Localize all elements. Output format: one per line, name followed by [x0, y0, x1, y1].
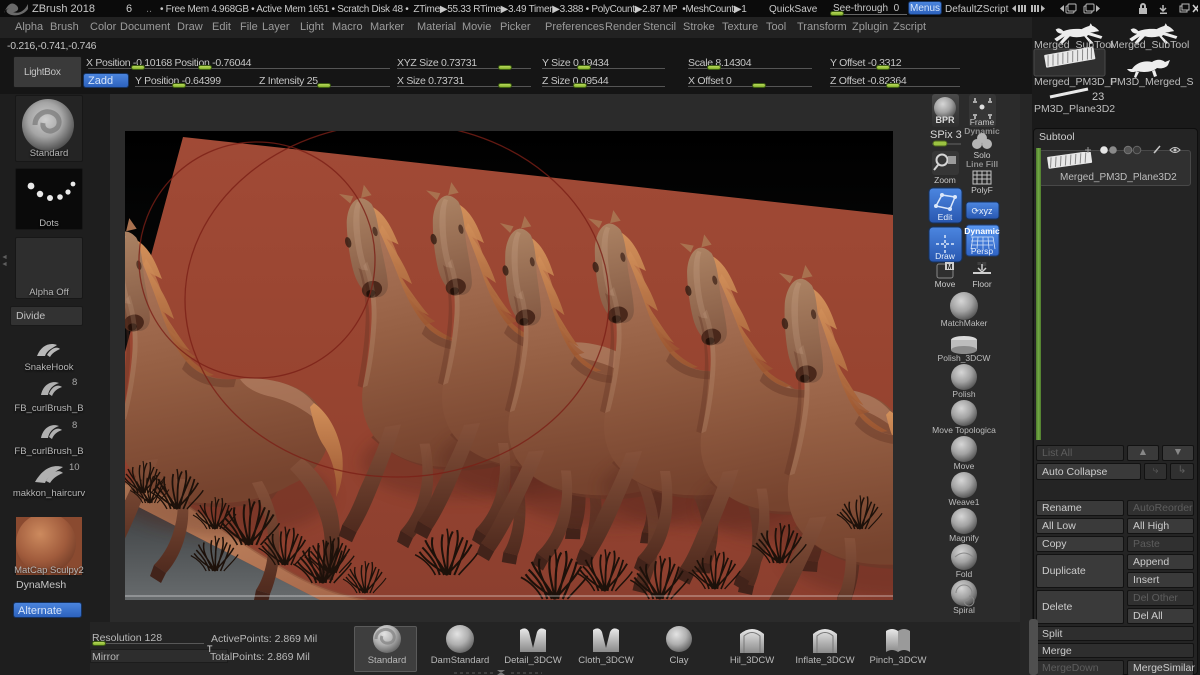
svg-text:Edit: Edit — [938, 212, 953, 222]
svg-text:Draw: Draw — [935, 251, 956, 261]
svg-text:MatchMaker: MatchMaker — [941, 318, 988, 328]
svg-text:BPR: BPR — [935, 115, 955, 125]
svg-text:23: 23 — [1092, 91, 1104, 103]
svg-text:Zoom: Zoom — [934, 175, 956, 185]
svg-text:SPix 3: SPix 3 — [930, 129, 962, 141]
svg-text:Spiral: Spiral — [953, 605, 975, 615]
svg-text:Polish_3DCW: Polish_3DCW — [938, 353, 991, 363]
svg-text:Dynamic: Dynamic — [964, 226, 1000, 236]
svg-text:Fold: Fold — [956, 569, 973, 579]
svg-text:Magnify: Magnify — [949, 533, 980, 543]
svg-text:Line Fill: Line Fill — [966, 159, 998, 169]
svg-text:Polish: Polish — [952, 389, 975, 399]
svg-text:Move: Move — [954, 461, 975, 471]
svg-text:Move: Move — [935, 279, 956, 289]
svg-text:⟳xyz: ⟳xyz — [971, 206, 993, 216]
svg-text:Persp: Persp — [971, 246, 993, 256]
svg-text:Move Topologica: Move Topologica — [932, 425, 996, 435]
svg-text:Floor: Floor — [972, 279, 992, 289]
svg-text:Weave1: Weave1 — [948, 497, 979, 507]
svg-text:PolyF: PolyF — [971, 185, 993, 195]
svg-text:M: M — [947, 264, 953, 271]
